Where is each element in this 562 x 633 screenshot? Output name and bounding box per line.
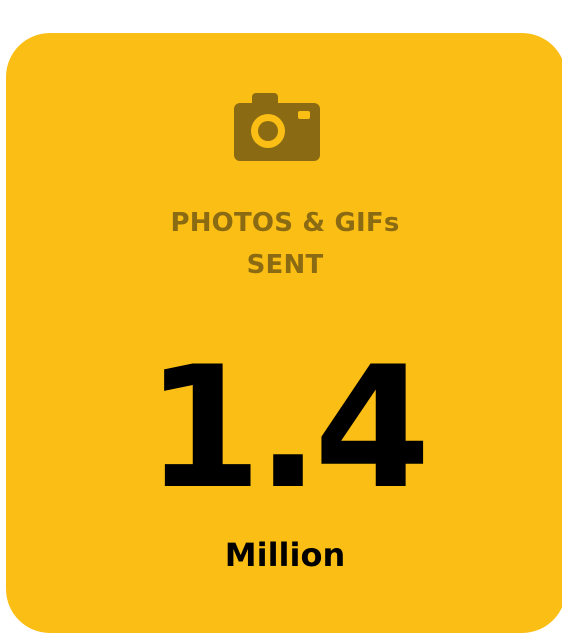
stat-title-line-2: SENT bbox=[246, 250, 324, 280]
photos-gifs-stat-card: PHOTOS & GIFs SENT 1.4 Million bbox=[6, 33, 562, 633]
stat-unit: Million bbox=[224, 536, 346, 574]
camera-icon bbox=[234, 93, 320, 161]
stat-title-line-1: PHOTOS & GIFs bbox=[170, 208, 400, 238]
stat-value: 1.4 bbox=[145, 330, 431, 526]
